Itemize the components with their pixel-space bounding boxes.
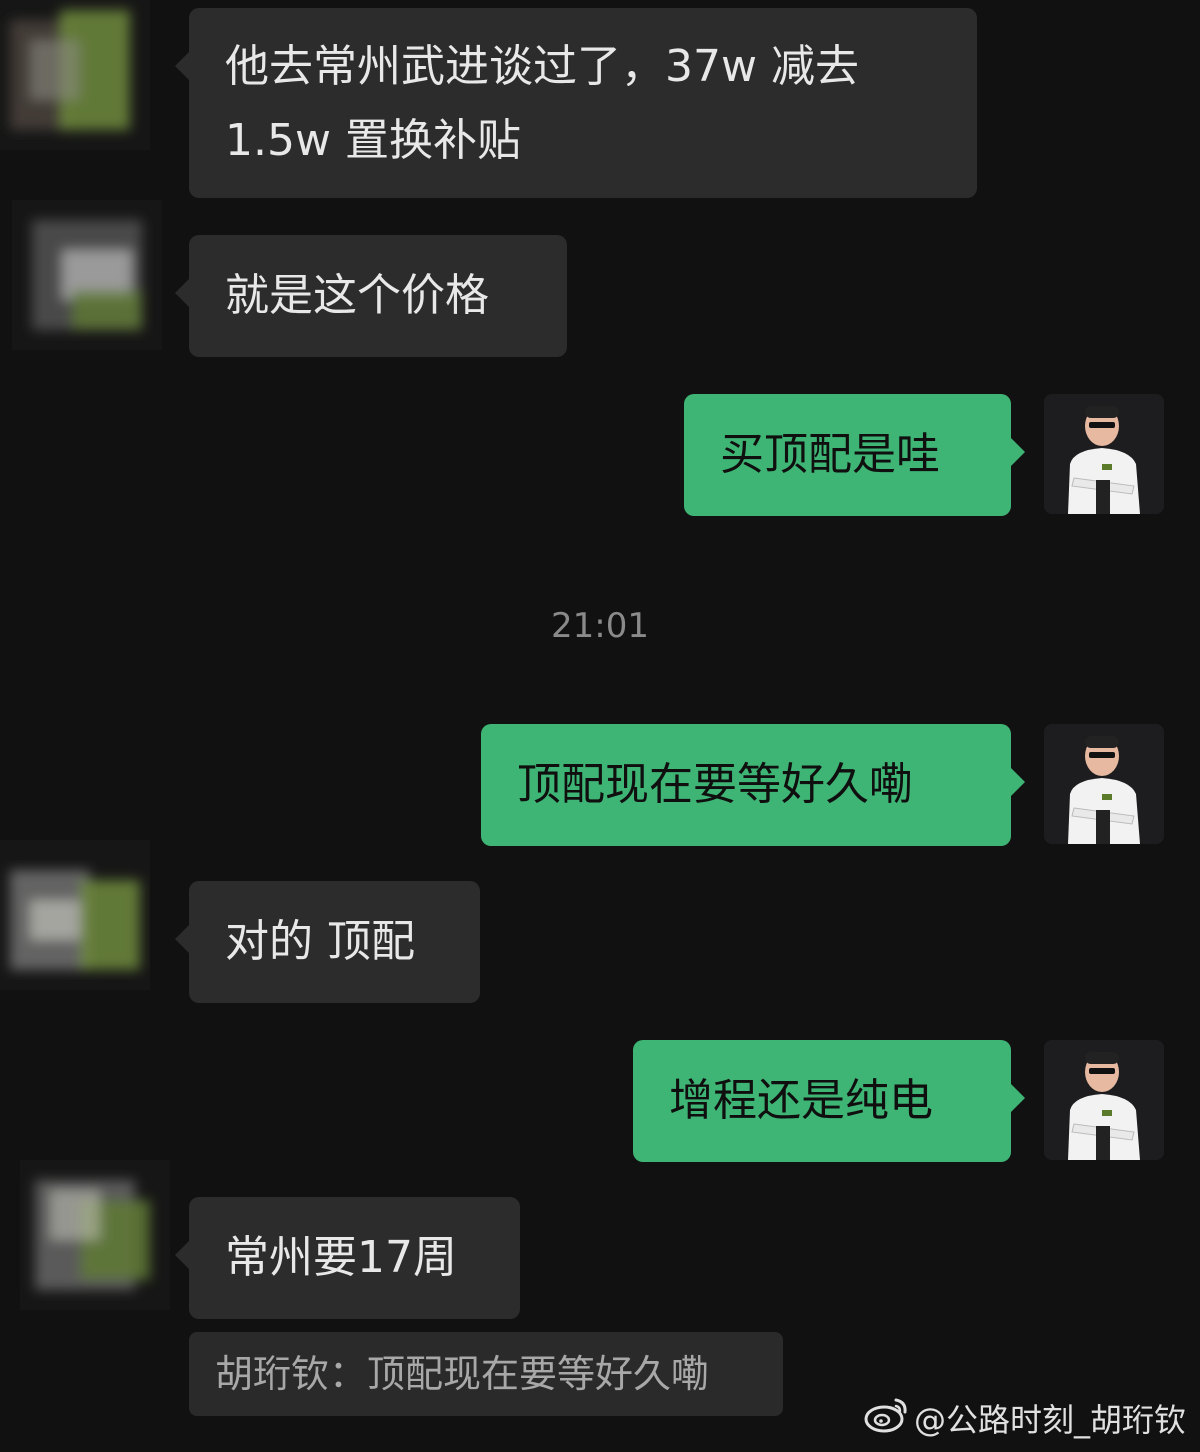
message-bubble-incoming[interactable]: 他去常州武进谈过了，37w 减去 1.5w 置换补贴 — [175, 8, 977, 198]
watermark-text: @公路时刻_胡珩钦 — [913, 1401, 1186, 1439]
message-bubble-outgoing[interactable]: 增程还是纯电 — [633, 1040, 1025, 1162]
contact-avatar[interactable] — [12, 200, 162, 350]
message-bubble-outgoing[interactable]: 顶配现在要等好久嘞 — [481, 724, 1025, 846]
message-text: 顶配现在要等好久嘞 — [517, 759, 913, 810]
message-text: 对的 顶配 — [225, 916, 415, 967]
message-text: 增程还是纯电 — [669, 1075, 933, 1126]
my-avatar[interactable] — [1044, 1040, 1164, 1160]
message-bubble-incoming[interactable]: 就是这个价格 — [175, 235, 567, 357]
quoted-message-text: 胡珩钦：顶配现在要等好久嘞 — [215, 1352, 710, 1396]
message-bubble-incoming[interactable]: 对的 顶配 — [175, 881, 480, 1003]
message-text: 就是这个价格 — [225, 270, 489, 321]
my-avatar[interactable] — [1044, 394, 1164, 514]
my-avatar[interactable] — [1044, 724, 1164, 844]
weibo-watermark: @公路时刻_胡珩钦 — [864, 1394, 1186, 1442]
quoted-message[interactable]: 胡珩钦：顶配现在要等好久嘞 — [189, 1332, 783, 1416]
weibo-icon — [864, 1394, 910, 1442]
message-text: 常州要17周 — [225, 1232, 457, 1283]
message-bubble-outgoing[interactable]: 买顶配是哇 — [684, 394, 1025, 516]
contact-avatar[interactable] — [20, 1160, 170, 1310]
message-bubble-incoming[interactable]: 常州要17周 — [175, 1197, 520, 1319]
contact-avatar[interactable] — [0, 0, 150, 150]
message-text-line: 1.5w 置换补贴 — [225, 115, 521, 166]
message-text-line: 他去常州武进谈过了，37w 减去 — [225, 41, 859, 92]
contact-avatar[interactable] — [0, 840, 150, 990]
chat-view: 他去常州武进谈过了，37w 减去 1.5w 置换补贴 就是这个价格 买顶配是哇 — [0, 0, 1200, 1452]
chat-timestamp: 21:01 — [551, 606, 649, 646]
message-text: 买顶配是哇 — [720, 429, 940, 480]
